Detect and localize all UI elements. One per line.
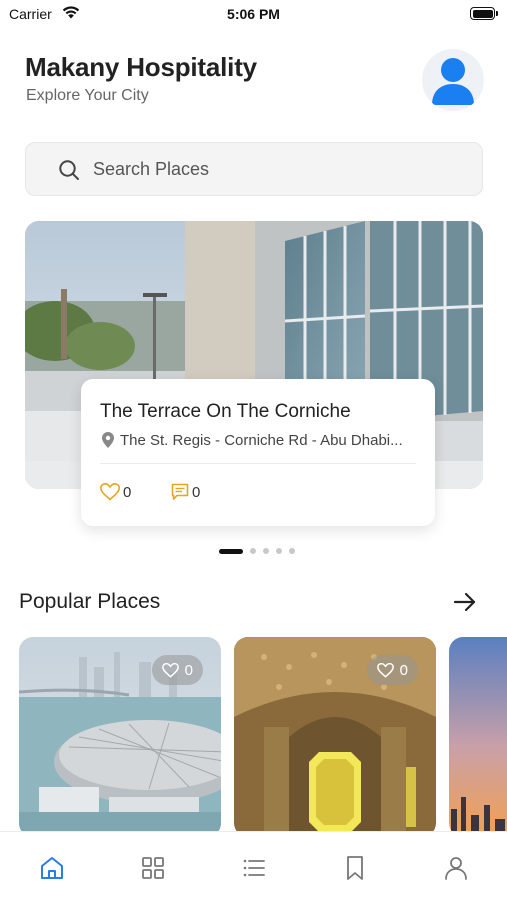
popular-places-title: Popular Places [19,590,161,613]
featured-place-title: The Terrace On The Corniche [100,401,351,422]
carousel-pagination[interactable] [219,548,295,554]
popular-place-card[interactable]: 0 [234,637,436,837]
location-pin-icon [102,432,114,448]
carousel-dot[interactable] [263,548,269,554]
battery-icon [470,7,498,20]
carousel-dot[interactable] [289,548,295,554]
status-bar: Carrier 5:06 PM [0,0,507,30]
comment-count: 0 [192,483,201,501]
like-count: 0 [123,483,132,501]
heart-icon [161,662,179,678]
divider [100,463,416,464]
search-icon [59,160,79,180]
bottom-tab-bar [0,831,507,900]
like-button[interactable]: 0 [100,483,131,501]
featured-place-address: The St. Regis - Corniche Rd - Abu Dhabi.… [120,432,403,449]
avatar[interactable] [422,49,484,111]
carousel-dot[interactable] [276,548,282,554]
app-title: Makany Hospitality [25,52,257,82]
search-input[interactable] [93,143,453,195]
carousel-dot-active[interactable] [219,548,243,554]
popular-place-card[interactable] [449,637,507,837]
place-like-button[interactable]: 0 [366,655,418,685]
bookmark-icon[interactable] [341,854,369,882]
home-icon[interactable] [38,854,66,882]
featured-place-card[interactable]: The Terrace On The Corniche The St. Regi… [81,379,435,526]
grid-icon[interactable] [139,854,167,882]
place-like-button[interactable]: 0 [151,655,203,685]
list-icon[interactable] [240,854,268,882]
heart-icon [100,483,120,501]
search-bar[interactable] [25,142,483,196]
arrow-right-icon[interactable] [452,589,478,615]
place-like-count: 0 [184,661,193,679]
comment-icon [171,483,189,500]
carousel-dot[interactable] [250,548,256,554]
popular-place-card[interactable]: 0 [19,637,221,837]
place-like-count: 0 [399,661,408,679]
comment-button[interactable]: 0 [171,483,200,501]
heart-icon [376,662,394,678]
avatar-icon [432,58,474,105]
status-time: 5:06 PM [227,6,280,22]
app-subtitle: Explore Your City [26,87,149,104]
profile-icon[interactable] [442,854,470,882]
